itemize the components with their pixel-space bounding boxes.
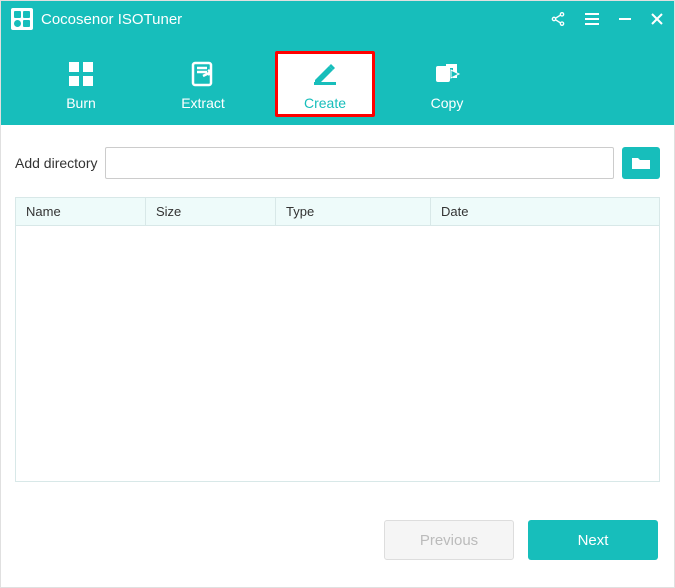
app-logo: [11, 8, 33, 30]
col-date[interactable]: Date: [431, 198, 659, 225]
file-table: Name Size Type Date: [15, 197, 660, 482]
copy-icon: [432, 59, 462, 89]
previous-button: Previous: [384, 520, 514, 560]
close-button[interactable]: [650, 12, 664, 26]
window-controls: [550, 11, 664, 27]
col-type[interactable]: Type: [276, 198, 431, 225]
burn-label: Burn: [66, 95, 96, 111]
main-toolbar: Burn Extract Create: [1, 37, 674, 125]
extract-button[interactable]: Extract: [153, 51, 253, 117]
grid-icon: [66, 59, 96, 89]
title-bar: Cocosenor ISOTuner: [1, 1, 674, 37]
minimize-button[interactable]: [618, 12, 632, 26]
footer: Previous Next: [1, 496, 674, 576]
browse-button[interactable]: [622, 147, 660, 179]
extract-icon: [188, 59, 218, 89]
table-header: Name Size Type Date: [16, 198, 659, 226]
copy-button[interactable]: Copy: [397, 51, 497, 117]
app-title: Cocosenor ISOTuner: [41, 11, 550, 28]
col-size[interactable]: Size: [146, 198, 276, 225]
menu-icon[interactable]: [584, 12, 600, 26]
add-directory-row: Add directory: [15, 147, 660, 179]
add-directory-label: Add directory: [15, 155, 97, 171]
folder-icon: [631, 155, 651, 171]
create-button[interactable]: Create: [275, 51, 375, 117]
extract-label: Extract: [181, 95, 225, 111]
share-icon[interactable]: [550, 11, 566, 27]
add-directory-input[interactable]: [105, 147, 614, 179]
content-area: Add directory Name Size Type Date: [1, 125, 674, 496]
next-button[interactable]: Next: [528, 520, 658, 560]
burn-button[interactable]: Burn: [31, 51, 131, 117]
copy-label: Copy: [431, 95, 464, 111]
col-name[interactable]: Name: [16, 198, 146, 225]
edit-icon: [310, 59, 340, 89]
create-label: Create: [304, 95, 346, 111]
